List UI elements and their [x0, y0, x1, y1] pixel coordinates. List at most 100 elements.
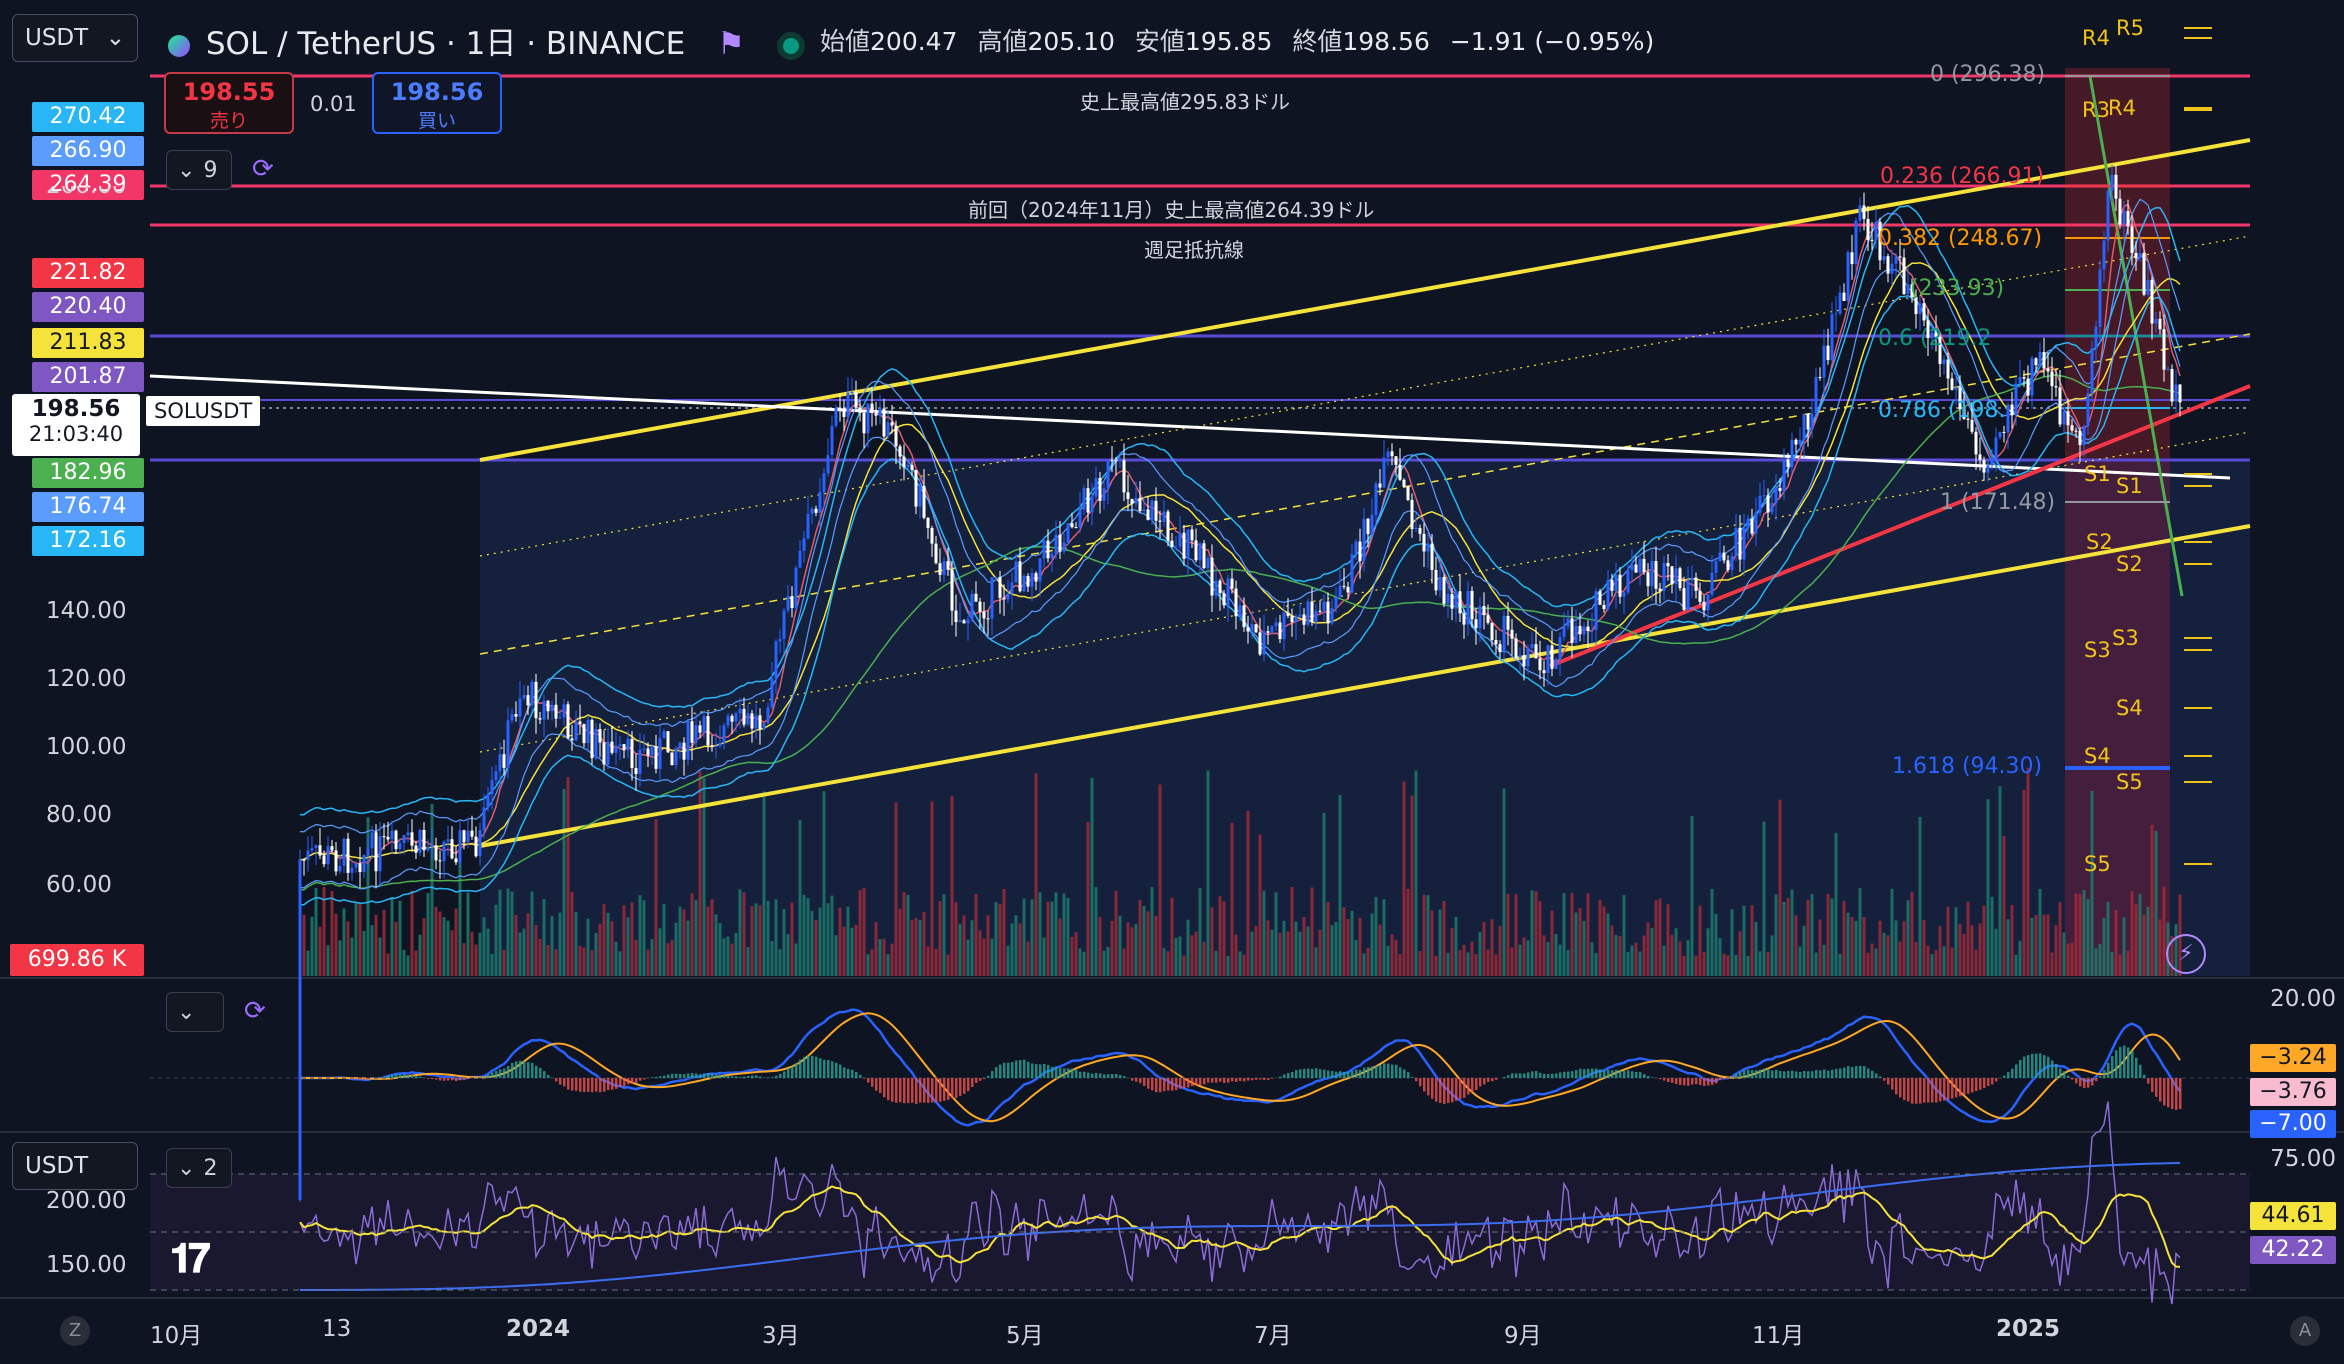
rsi-symbol-select[interactable]: USDT: [12, 1142, 138, 1190]
volume-bar: [1170, 897, 1174, 976]
volume-bar: [1254, 925, 1258, 976]
macd-histogram-bar: [2055, 1064, 2058, 1078]
volume-bar: [922, 912, 926, 976]
candle-body: [494, 771, 498, 781]
macd-histogram-bar: [703, 1073, 706, 1078]
volume-bar: [718, 923, 722, 976]
macd-histogram-bar: [2119, 1046, 2122, 1078]
volume-bar: [606, 912, 610, 976]
candle-body: [1334, 596, 1338, 608]
volume-bar: [818, 907, 822, 976]
volume-bar: [1486, 949, 1490, 976]
candle-body: [2058, 387, 2062, 425]
candle-body: [2146, 279, 2150, 295]
candle-body: [534, 681, 538, 719]
macd-histogram-bar: [1163, 1078, 1166, 1092]
macd-histogram-bar: [751, 1075, 754, 1078]
low-value: 195.85: [1184, 27, 1273, 56]
volume-bar: [1642, 935, 1646, 976]
macd-histogram-bar: [811, 1055, 814, 1078]
candle-body: [1242, 605, 1246, 628]
macd-histogram-bar: [535, 1065, 538, 1078]
sell-label: 売り: [209, 110, 248, 132]
volume-bar: [1762, 821, 1766, 976]
candle-body: [902, 456, 906, 468]
volume-bar: [1662, 945, 1666, 976]
candle-body: [442, 841, 446, 862]
candle-body: [2006, 404, 2010, 433]
volume-bar: [706, 906, 710, 976]
zoom-toggle[interactable]: Z: [60, 1316, 90, 1346]
volume-bar: [994, 902, 998, 976]
sync-icon[interactable]: ⟳: [244, 996, 266, 1026]
candle-body: [810, 508, 814, 514]
candle-body: [1590, 630, 1594, 632]
left-price-tag: 201.87: [32, 362, 144, 392]
volume-bar: [1258, 834, 1262, 976]
open-label: 始値: [820, 27, 871, 56]
candle-body: [1658, 588, 1662, 591]
candle-body: [526, 695, 530, 706]
volume-bar: [1826, 893, 1830, 976]
candle-body: [2038, 351, 2042, 366]
volume-bar: [914, 918, 918, 976]
macd-histogram-bar: [1367, 1066, 1370, 1078]
macd-histogram-bar: [1583, 1069, 1586, 1078]
volume-bar: [842, 926, 846, 976]
volume-bar: [1830, 898, 1834, 976]
candle-body: [406, 832, 410, 836]
candle-body: [354, 863, 358, 868]
candle-body: [446, 839, 450, 842]
sync-icon[interactable]: ⟳: [252, 154, 274, 184]
macd-histogram-bar: [1503, 1076, 1506, 1078]
volume-bar: [1890, 888, 1894, 976]
macd-histogram-bar: [1891, 1078, 1894, 1090]
volume-bar: [1402, 781, 1406, 976]
volume-bar: [862, 887, 866, 976]
alert-bolt-icon[interactable]: ⚡: [2166, 934, 2206, 974]
volume-bar: [1230, 822, 1234, 976]
volume-bar: [314, 888, 318, 976]
candle-body: [1518, 655, 1522, 658]
candle-body: [1326, 601, 1330, 624]
volume-bar: [774, 899, 778, 976]
macd-histogram-bar: [623, 1078, 626, 1087]
symbol-select[interactable]: USDT ⌄: [12, 14, 138, 62]
macd-histogram-bar: [523, 1060, 526, 1078]
macd-toggle[interactable]: ⌄: [166, 992, 224, 1032]
candle-body: [1918, 303, 1922, 315]
macd-histogram-bar: [1563, 1071, 1566, 1078]
sell-button[interactable]: 198.55 売り: [164, 72, 294, 134]
indicator-toggle-main[interactable]: ⌄ 9: [166, 150, 232, 190]
macd-histogram-bar: [791, 1066, 794, 1078]
macd-histogram-bar: [1879, 1076, 1882, 1078]
volume-bar: [1422, 894, 1426, 976]
candle-body: [1890, 263, 1894, 274]
candle-body: [1074, 527, 1078, 529]
macd-histogram-bar: [2171, 1078, 2174, 1109]
volume-bar: [1382, 899, 1386, 976]
flag-icon[interactable]: ⚑: [717, 26, 745, 62]
auto-scale-toggle[interactable]: A: [2290, 1316, 2320, 1346]
macd-histogram-bar: [2091, 1078, 2094, 1086]
macd-histogram-bar: [1467, 1078, 1470, 1095]
volume-bar: [1714, 913, 1718, 976]
candle-body: [602, 742, 606, 765]
macd-histogram-bar: [1995, 1078, 1998, 1082]
volume-bar: [802, 894, 806, 976]
pivot-label: S2: [2086, 530, 2113, 554]
macd-histogram-bar: [1587, 1068, 1590, 1078]
macd-histogram-bar: [639, 1078, 642, 1081]
macd-histogram-bar: [679, 1073, 682, 1078]
indicator-toggle-rsi[interactable]: ⌄ 2: [166, 1148, 232, 1188]
candle-body: [694, 725, 698, 743]
volume-bar: [1798, 946, 1802, 976]
candle-body: [1330, 607, 1334, 624]
buy-button[interactable]: 198.56 買い: [372, 72, 502, 134]
volume-bar: [350, 937, 354, 976]
volume-bar: [1922, 919, 1926, 976]
macd-histogram-bar: [351, 1078, 354, 1080]
candle-body: [2102, 240, 2106, 270]
macd-histogram-bar: [1927, 1078, 1930, 1103]
pivot-label: S5: [2116, 770, 2143, 794]
